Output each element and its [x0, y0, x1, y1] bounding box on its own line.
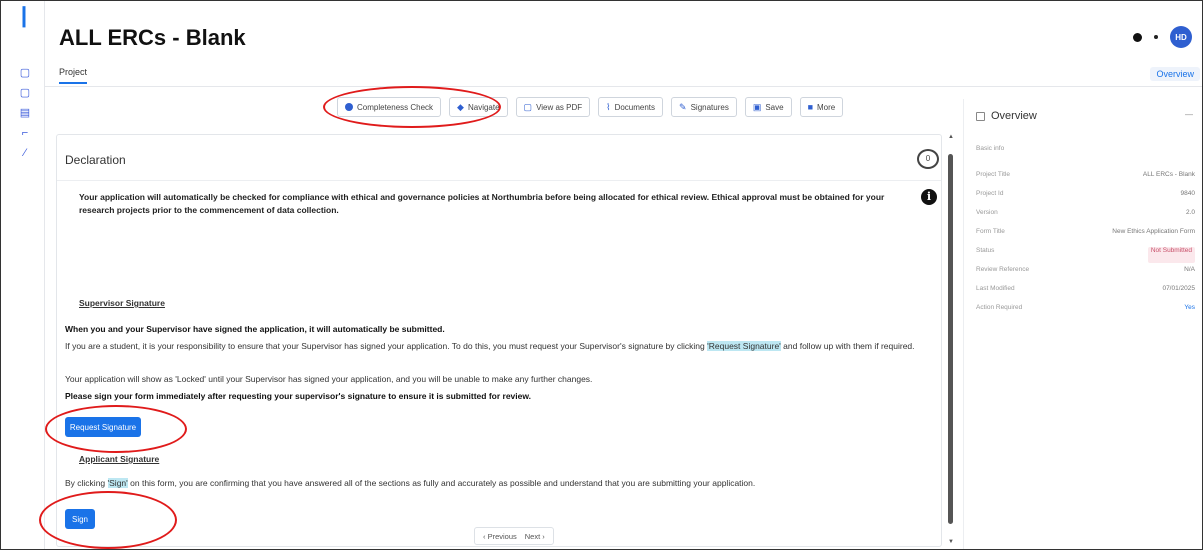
panel-icon	[976, 111, 985, 121]
supervisor-instructions: If you are a student, it is your respons…	[65, 341, 915, 351]
more-button[interactable]: ■ More	[799, 97, 844, 117]
tab-bar: Project Overview	[45, 63, 1202, 87]
form-toolbar: Completeness Check ◆ Navigate ▢ View as PD…	[337, 97, 844, 117]
collapse-icon[interactable]: —	[1185, 110, 1193, 119]
app-window: ꟾ ▢ ▢ ▤ ⌐ ⁄ ALL ERCs - Blank HD Project …	[0, 0, 1203, 550]
page-title: ALL ERCs - Blank	[59, 25, 246, 50]
overview-row: Project Id 9840	[976, 190, 1195, 197]
supervisor-heading: Supervisor Signature	[79, 298, 165, 308]
paperclip-icon: ⌇	[606, 101, 611, 112]
please-sign-text: Please sign your form immediately after …	[65, 391, 532, 401]
check-icon	[345, 103, 353, 111]
header-icons: HD	[1133, 26, 1192, 48]
tab-project[interactable]: Project	[59, 67, 88, 84]
notification-icon[interactable]	[1133, 32, 1142, 42]
scroll-up-icon[interactable]: ▲	[947, 134, 955, 142]
next-button[interactable]: Next ›	[525, 532, 545, 541]
overview-row: Last Modified 07/01/2025	[976, 285, 1195, 292]
comment-icon[interactable]: 0	[917, 149, 939, 169]
intro-text: Your application will automatically be c…	[79, 192, 885, 215]
documents-button[interactable]: ⌇ Documents	[598, 97, 664, 117]
applicant-instructions: By clicking 'Sign' on this form, you are…	[65, 478, 756, 488]
divider	[57, 180, 941, 181]
overview-row: Form Title New Ethics Application Form	[976, 228, 1195, 235]
overview-row: Project Title ALL ERCs - Blank	[976, 171, 1195, 178]
save-icon: ▣	[752, 101, 762, 112]
request-signature-button[interactable]: Request Signature	[65, 417, 141, 437]
navigate-button[interactable]: ◆ Navigate	[449, 97, 508, 117]
signatures-button[interactable]: ✎ Signatures	[671, 97, 737, 117]
overview-subtitle: Basic info	[976, 145, 1005, 152]
left-rail: ꟾ ▢ ▢ ▤ ⌐ ⁄	[1, 1, 45, 549]
more-icon: ■	[807, 102, 814, 112]
branch-icon[interactable]: ⌐	[19, 127, 31, 139]
overview-row: Review Reference N/A	[976, 266, 1195, 273]
supervisor-bold-text: When you and your Supervisor have signed…	[65, 324, 445, 334]
overview-row: Version 2.0	[976, 209, 1195, 216]
pdf-icon: ▢	[523, 101, 533, 112]
status-badge: Not Submitted	[1147, 247, 1195, 263]
overview-row: Action Required Yes	[976, 304, 1195, 311]
view-pdf-button[interactable]: ▢ View as PDF	[515, 97, 591, 117]
completeness-check-button[interactable]: Completeness Check	[337, 97, 442, 117]
navigate-icon: ◆	[457, 101, 464, 112]
tab-overview[interactable]: Overview	[1150, 67, 1200, 81]
signature-icon: ✎	[679, 101, 687, 112]
scrollbar[interactable]: ▲ ▼	[947, 134, 955, 547]
applicant-heading: Applicant Signature	[79, 454, 160, 464]
list-icon[interactable]: ▤	[19, 107, 31, 119]
previous-button[interactable]: ‹ Previous	[483, 532, 517, 541]
save-button[interactable]: ▣ Save	[744, 97, 792, 117]
document-icon[interactable]: ▢	[19, 67, 31, 79]
overview-panel: Overview — Basic info Project Title ALL E…	[963, 99, 1202, 549]
declaration-card: Declaration 0 i Your application will au…	[56, 134, 942, 547]
overview-title: Overview	[976, 110, 1037, 122]
sign-button[interactable]: Sign	[65, 509, 95, 529]
overview-row: Status Not Submitted	[976, 247, 1195, 263]
avatar[interactable]: HD	[1170, 26, 1192, 48]
menu-dot-icon[interactable]	[1154, 35, 1158, 39]
scroll-thumb[interactable]	[948, 154, 953, 524]
locked-note: Your application will show as 'Locked' u…	[65, 374, 593, 384]
scroll-down-icon[interactable]: ▼	[947, 539, 955, 547]
pagination: ‹ Previous Next ›	[474, 527, 554, 545]
app-logo-icon: ꟾ	[20, 7, 28, 32]
link-icon[interactable]: ⁄	[19, 147, 31, 159]
section-title: Declaration	[65, 153, 126, 167]
info-icon[interactable]: i	[921, 189, 937, 205]
clipboard-icon[interactable]: ▢	[19, 87, 31, 99]
